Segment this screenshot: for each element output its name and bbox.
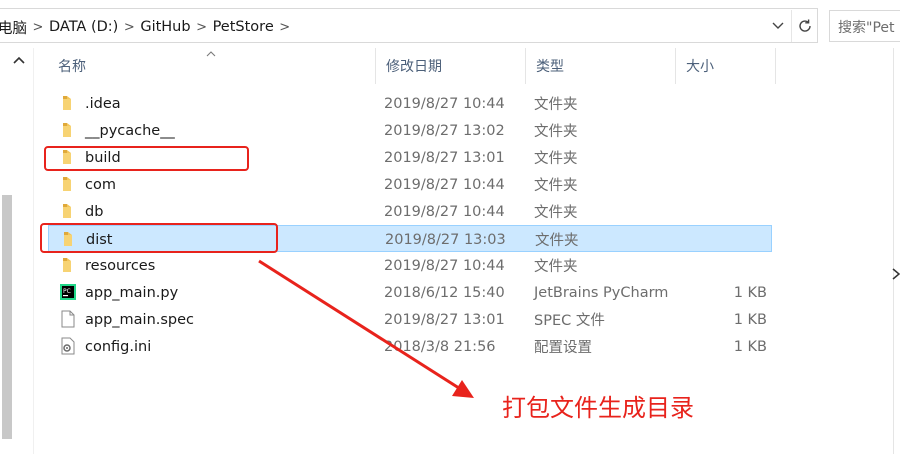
file-size: 1 KB <box>733 311 767 328</box>
file-name: __pycache__ <box>85 122 175 139</box>
pycharm-file-icon: PC <box>59 283 77 301</box>
file-type: 文件夹 <box>534 124 578 140</box>
column-header-name[interactable]: 名称 <box>48 48 376 84</box>
column-header-size-label: 大小 <box>686 59 714 75</box>
svg-text:PC: PC <box>63 288 71 295</box>
file-type: 文件夹 <box>534 205 578 221</box>
refresh-icon[interactable] <box>791 10 817 42</box>
breadcrumb-separator-icon[interactable]: > <box>191 20 213 35</box>
file-row[interactable]: __pycache__ 2019/8/27 13:02 文件夹 <box>48 117 772 144</box>
folder-icon <box>59 121 77 139</box>
folder-icon <box>59 202 77 220</box>
breadcrumb-drive[interactable]: DATA (D:) <box>49 19 118 35</box>
file-date: 2019/8/27 10:44 <box>384 176 505 193</box>
column-header-name-label: 名称 <box>58 59 86 75</box>
file-size <box>682 198 767 225</box>
pane-divider <box>893 48 894 454</box>
file-row[interactable]: config.ini 2018/3/8 21:56 配置设置 1 KB <box>48 333 772 360</box>
file-date: 2019/8/27 13:03 <box>385 231 506 248</box>
file-row[interactable]: PC app_main.py 2018/6/12 15:40 JetBrains Py… <box>48 279 772 306</box>
column-header-size[interactable]: 大小 <box>676 48 776 84</box>
column-header-date[interactable]: 修改日期 <box>376 48 526 84</box>
file-size <box>682 144 767 171</box>
blank-file-icon <box>59 310 77 328</box>
file-size <box>682 171 767 198</box>
file-name: config.ini <box>85 338 152 355</box>
file-date: 2019/8/27 13:02 <box>384 122 505 139</box>
file-row[interactable]: app_main.spec 2019/8/27 13:01 SPEC 文件 1 KB <box>48 306 772 333</box>
file-type: 文件夹 <box>534 259 578 275</box>
file-type: 配置设置 <box>534 340 592 356</box>
file-date: 2018/6/12 15:40 <box>384 284 505 301</box>
breadcrumb-separator-icon[interactable]: > <box>27 20 49 35</box>
file-row[interactable]: db 2019/8/27 10:44 文件夹 <box>48 198 772 225</box>
breadcrumb-petstore[interactable]: PetStore <box>213 19 274 35</box>
annotation-text: 打包文件生成目录 <box>502 394 694 422</box>
file-name: .idea <box>85 95 121 112</box>
address-bar[interactable]: 电脑 > DATA (D:) > GitHub > PetStore > <box>0 8 818 43</box>
expand-pane-icon[interactable] <box>891 267 900 289</box>
search-placeholder: 搜索"Pet <box>838 20 895 36</box>
file-size <box>682 117 767 144</box>
breadcrumb: 电脑 > DATA (D:) > GitHub > PetStore > <box>0 17 296 37</box>
breadcrumb-github[interactable]: GitHub <box>140 19 190 35</box>
file-name: db <box>85 203 104 220</box>
folder-icon <box>59 256 77 274</box>
scrollbar-thumb[interactable] <box>2 195 12 439</box>
file-type: 文件夹 <box>534 151 578 167</box>
file-type: SPEC 文件 <box>534 313 605 329</box>
file-size <box>682 90 767 117</box>
file-name: app_main.py <box>85 284 179 301</box>
search-input[interactable]: 搜索"Pet <box>829 10 900 42</box>
file-date: 2019/8/27 13:01 <box>384 311 505 328</box>
file-type: 文件夹 <box>535 233 579 249</box>
file-size <box>682 252 767 279</box>
file-date: 2019/8/27 13:01 <box>384 149 505 166</box>
breadcrumb-computer[interactable]: 电脑 <box>0 17 27 38</box>
file-type: 文件夹 <box>534 178 578 194</box>
highlight-box-build <box>44 146 249 171</box>
file-size <box>683 226 768 253</box>
file-type: JetBrains PyCharm <box>534 284 669 301</box>
settings-file-icon <box>59 337 77 355</box>
file-size: 1 KB <box>733 338 767 355</box>
folder-icon <box>59 94 77 112</box>
file-date: 2018/3/8 21:56 <box>384 338 496 355</box>
file-name: com <box>85 176 116 193</box>
file-date: 2019/8/27 10:44 <box>384 203 505 220</box>
column-header-type-label: 类型 <box>536 59 564 75</box>
file-row[interactable]: .idea 2019/8/27 10:44 文件夹 <box>48 90 772 117</box>
history-dropdown-icon[interactable] <box>768 10 788 42</box>
file-name: app_main.spec <box>85 311 195 328</box>
scroll-up-icon[interactable] <box>12 54 26 68</box>
folder-icon <box>59 175 77 193</box>
file-size: 1 KB <box>733 284 767 301</box>
column-headers: 名称 修改日期 类型 大小 <box>48 48 776 84</box>
breadcrumb-separator-icon[interactable]: > <box>118 20 140 35</box>
breadcrumb-separator-icon[interactable]: > <box>274 20 296 35</box>
sort-ascending-icon <box>206 46 216 60</box>
file-row[interactable]: com 2019/8/27 10:44 文件夹 <box>48 171 772 198</box>
file-row[interactable]: resources 2019/8/27 10:44 文件夹 <box>48 252 772 279</box>
column-header-type[interactable]: 类型 <box>526 48 676 84</box>
file-type: 文件夹 <box>534 97 578 113</box>
file-name: resources <box>85 257 156 274</box>
column-header-date-label: 修改日期 <box>386 59 442 75</box>
file-date: 2019/8/27 10:44 <box>384 95 505 112</box>
highlight-box-dist <box>40 223 278 253</box>
file-date: 2019/8/27 10:44 <box>384 257 505 274</box>
